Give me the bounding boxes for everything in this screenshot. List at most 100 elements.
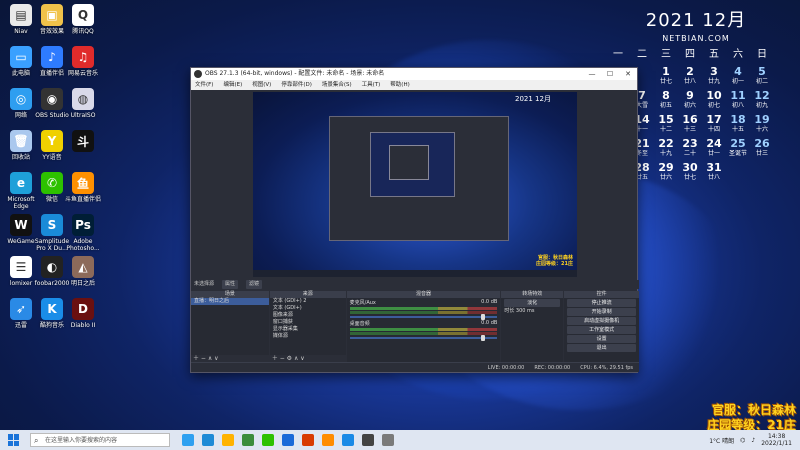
- mixer-channel: 麦克风/Aux 0.0 dB: [347, 298, 501, 320]
- calendar-title: 2021 12月: [645, 10, 747, 31]
- mixer-dock: 混音器 麦克风/Aux 0.0 dB 桌面音频 0.0 dB: [346, 291, 501, 363]
- clock-time: 14:38: [767, 433, 786, 440]
- control-button[interactable]: 开始录制: [567, 308, 636, 316]
- source-item[interactable]: 文本 (GDI+) 2: [270, 298, 346, 305]
- minimize-icon[interactable]: —: [583, 68, 601, 80]
- volume-meter: [349, 332, 498, 335]
- taskbar-app-icon[interactable]: [382, 434, 394, 446]
- control-button[interactable]: 设置: [567, 335, 636, 343]
- taskbar-clock[interactable]: 14:38 2022/1/11: [761, 433, 792, 447]
- source-item[interactable]: 文本 (GDI+): [270, 305, 346, 312]
- close-icon[interactable]: ✕: [619, 68, 637, 80]
- control-button[interactable]: 启动虚拟摄像机: [567, 317, 636, 325]
- day-lunar: 廿七: [683, 174, 696, 181]
- desktop-icon[interactable]: Ps Adobe Photosho...: [58, 214, 108, 252]
- taskbar-app-icon[interactable]: [202, 434, 214, 446]
- desktop-icon[interactable]: 斗: [58, 130, 108, 154]
- taskbar-app-icon[interactable]: [262, 434, 274, 446]
- calendar-day: 2 廿八: [678, 65, 702, 89]
- control-button[interactable]: 工作室模式: [567, 326, 636, 334]
- volume-meter: [349, 307, 498, 310]
- desktop-icon[interactable]: ◍ UltraISO: [58, 88, 108, 119]
- properties-button[interactable]: 属性: [222, 280, 239, 289]
- app-icon: ◍: [72, 88, 94, 110]
- clock-date: 2022/1/11: [761, 440, 792, 447]
- filters-button[interactable]: 滤镜: [246, 280, 263, 289]
- calendar-weekday: 三: [661, 49, 671, 60]
- day-lunar: 初六: [683, 102, 696, 109]
- desktop-icon[interactable]: ◭ 明日之后: [58, 256, 108, 287]
- menu-item[interactable]: 帮助(H): [390, 80, 409, 90]
- taskbar-search[interactable]: 在这里输入你要搜索的内容: [30, 433, 170, 448]
- duration-input[interactable]: 300 ms: [516, 308, 535, 314]
- obs-titlebar[interactable]: OBS 27.1.3 (64-bit, windows) - 配置文件: 未命名…: [191, 68, 637, 80]
- mixer-header: 混音器: [346, 291, 501, 298]
- scene-item[interactable]: 直播：明日之后: [191, 298, 269, 305]
- day-number: 18: [730, 113, 746, 126]
- calendar-site: NETBIAN.COM: [662, 34, 730, 43]
- day-lunar: 廿三: [755, 150, 768, 157]
- channel-name: 麦克风/Aux: [349, 300, 376, 306]
- obs-window[interactable]: OBS 27.1.3 (64-bit, windows) - 配置文件: 未命名…: [190, 67, 639, 373]
- duration-row: 时长 300 ms: [501, 308, 563, 315]
- desktop-icon[interactable]: ♫ 网易云音乐: [58, 46, 108, 77]
- day-lunar: 十五: [731, 126, 744, 133]
- start-button[interactable]: [8, 434, 22, 446]
- day-number: 25: [730, 137, 746, 150]
- obs-preview[interactable]: 2021 12月 官服：秋日森林 庄园等级：21庄: [253, 92, 577, 277]
- day-lunar: 廿八: [707, 174, 720, 181]
- desktop-icon[interactable]: 鱼斗鱼直播伴侣: [58, 172, 108, 203]
- day-number: 26: [754, 137, 770, 150]
- volume-slider[interactable]: [349, 314, 498, 320]
- day-lunar: 十二: [659, 126, 672, 133]
- day-lunar: 十三: [683, 126, 696, 133]
- calendar-day: 12 初九: [750, 89, 774, 113]
- control-button[interactable]: 退出: [567, 344, 636, 352]
- calendar-weekday: 四: [685, 49, 695, 60]
- menu-item[interactable]: 场景集合(S): [322, 80, 352, 90]
- menu-item[interactable]: 编辑(E): [223, 80, 242, 90]
- day-number: 1: [662, 65, 670, 78]
- desktop-icon[interactable]: Q 腾讯QQ: [58, 4, 108, 35]
- control-button[interactable]: 停止推流: [567, 299, 636, 307]
- taskbar-app-icon[interactable]: [362, 434, 374, 446]
- taskbar-app-icon[interactable]: [342, 434, 354, 446]
- calendar-day: 29 廿六: [654, 161, 678, 185]
- menu-item[interactable]: 停靠部件(D): [281, 80, 312, 90]
- taskbar-app-icon[interactable]: [302, 434, 314, 446]
- scenes-dock: 场景 直播：明日之后 ＋ − ∧ ∨: [191, 291, 269, 363]
- menu-item[interactable]: 视图(V): [252, 80, 271, 90]
- calendar-weekday: 五: [709, 49, 719, 60]
- app-icon: ◭: [72, 256, 94, 278]
- network-icon[interactable]: ⌬: [740, 437, 745, 444]
- channel-db: 0.0 dB: [481, 320, 498, 326]
- taskbar-app-icon[interactable]: [222, 434, 234, 446]
- desktop-icon-label: Adobe Photosho...: [66, 238, 100, 252]
- source-item[interactable]: 显示器采集: [270, 326, 346, 333]
- calendar-day: 31 廿八: [702, 161, 726, 185]
- transition-select[interactable]: 淡化: [504, 299, 561, 307]
- taskbar-app-icon[interactable]: [182, 434, 194, 446]
- sources-header: 来源: [269, 291, 346, 298]
- calendar-day: [726, 161, 750, 185]
- day-number: 16: [682, 113, 698, 126]
- menu-item[interactable]: 文件(F): [195, 80, 213, 90]
- volume-slider[interactable]: [349, 335, 498, 341]
- app-icon: 斗: [72, 130, 94, 152]
- day-lunar: 廿七: [659, 78, 672, 85]
- calendar-day: 25 圣诞节: [726, 137, 750, 161]
- source-item[interactable]: 窗口捕获: [270, 319, 346, 326]
- taskbar-app-icon[interactable]: [322, 434, 334, 446]
- source-item[interactable]: 图像来源: [270, 312, 346, 319]
- day-number: 31: [706, 161, 722, 174]
- taskbar-app-icon[interactable]: [282, 434, 294, 446]
- volume-icon[interactable]: ♪: [751, 437, 755, 444]
- calendar-day: 5 初二: [750, 65, 774, 89]
- source-item[interactable]: 媒体源: [270, 333, 346, 340]
- menu-item[interactable]: 工具(T): [362, 80, 381, 90]
- desktop-icon[interactable]: D Diablo II: [58, 298, 108, 329]
- weather-widget[interactable]: 1°C 晴朗: [709, 436, 734, 445]
- controls-dock: 控件 停止推流 开始录制 启动虚拟摄像机 工作室模式 设置 退出: [564, 291, 639, 363]
- maximize-icon[interactable]: ☐: [601, 68, 619, 80]
- taskbar-app-icon[interactable]: [242, 434, 254, 446]
